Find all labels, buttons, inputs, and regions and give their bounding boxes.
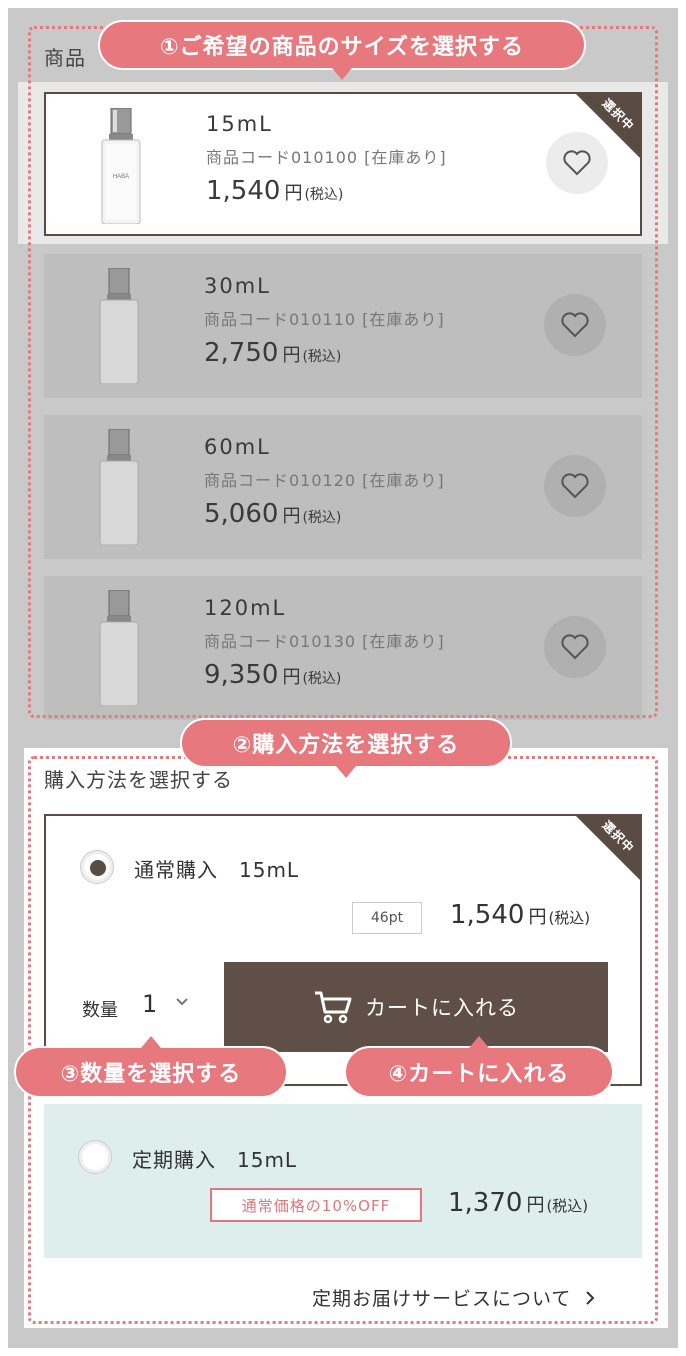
callout-step3: ③数量を選択する <box>14 1036 288 1098</box>
callout-step2: ②購入方法を選択する <box>180 718 512 778</box>
callout-step4: ④カートに入れる <box>344 1036 614 1098</box>
callout-step4-text: ④カートに入れる <box>388 1062 570 1087</box>
callout-step3-text: ③数量を選択する <box>60 1062 242 1087</box>
callout-step1: ①ご希望の商品のサイズを選択する <box>98 20 586 80</box>
callout-step1-text: ①ご希望の商品のサイズを選択する <box>160 35 524 60</box>
purchase-method-outline <box>28 756 658 1324</box>
callout-step2-text: ②購入方法を選択する <box>232 733 460 758</box>
size-selection-outline <box>28 26 658 718</box>
